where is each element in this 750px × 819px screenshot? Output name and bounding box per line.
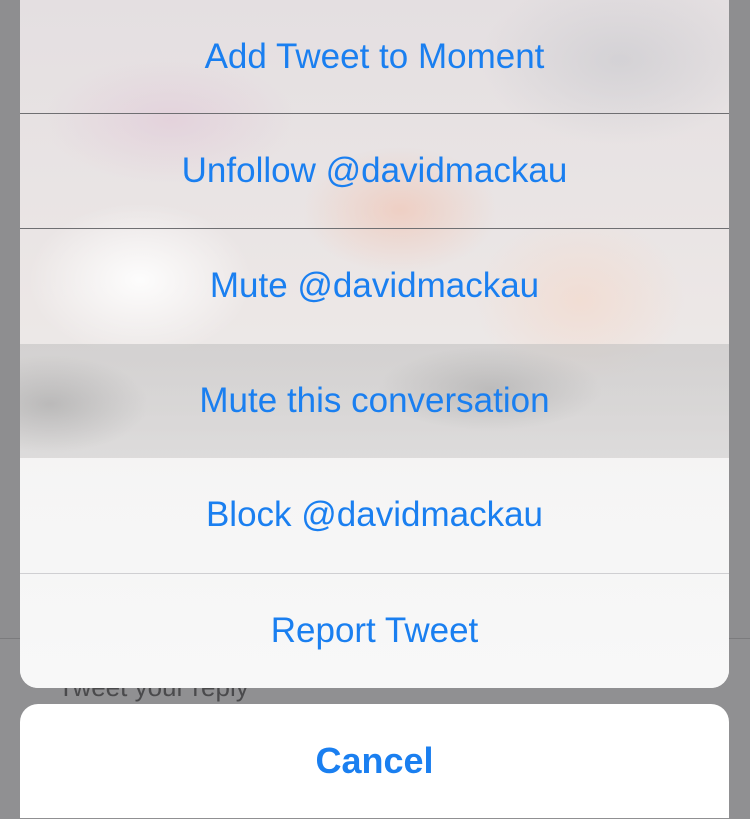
- mute-user-button[interactable]: Mute @davidmackau: [20, 229, 729, 343]
- cancel-button[interactable]: Cancel: [20, 704, 729, 818]
- action-label: Mute this conversation: [199, 381, 550, 420]
- action-label: Block @davidmackau: [205, 495, 544, 534]
- report-tweet-button[interactable]: Report Tweet: [20, 574, 729, 688]
- action-label: Unfollow @davidmackau: [181, 151, 568, 190]
- cancel-label: Cancel: [315, 740, 434, 781]
- block-user-button[interactable]: Block @davidmackau: [20, 458, 729, 572]
- action-label: Mute @davidmackau: [209, 266, 540, 305]
- add-tweet-to-moment-button[interactable]: Add Tweet to Moment: [20, 0, 729, 114]
- mute-conversation-button[interactable]: Mute this conversation: [20, 344, 729, 458]
- unfollow-button[interactable]: Unfollow @davidmackau: [20, 114, 729, 228]
- action-label: Report Tweet: [270, 611, 479, 650]
- action-label: Add Tweet to Moment: [204, 37, 545, 76]
- action-sheet: Add Tweet to Moment Unfollow @davidmacka…: [20, 0, 729, 688]
